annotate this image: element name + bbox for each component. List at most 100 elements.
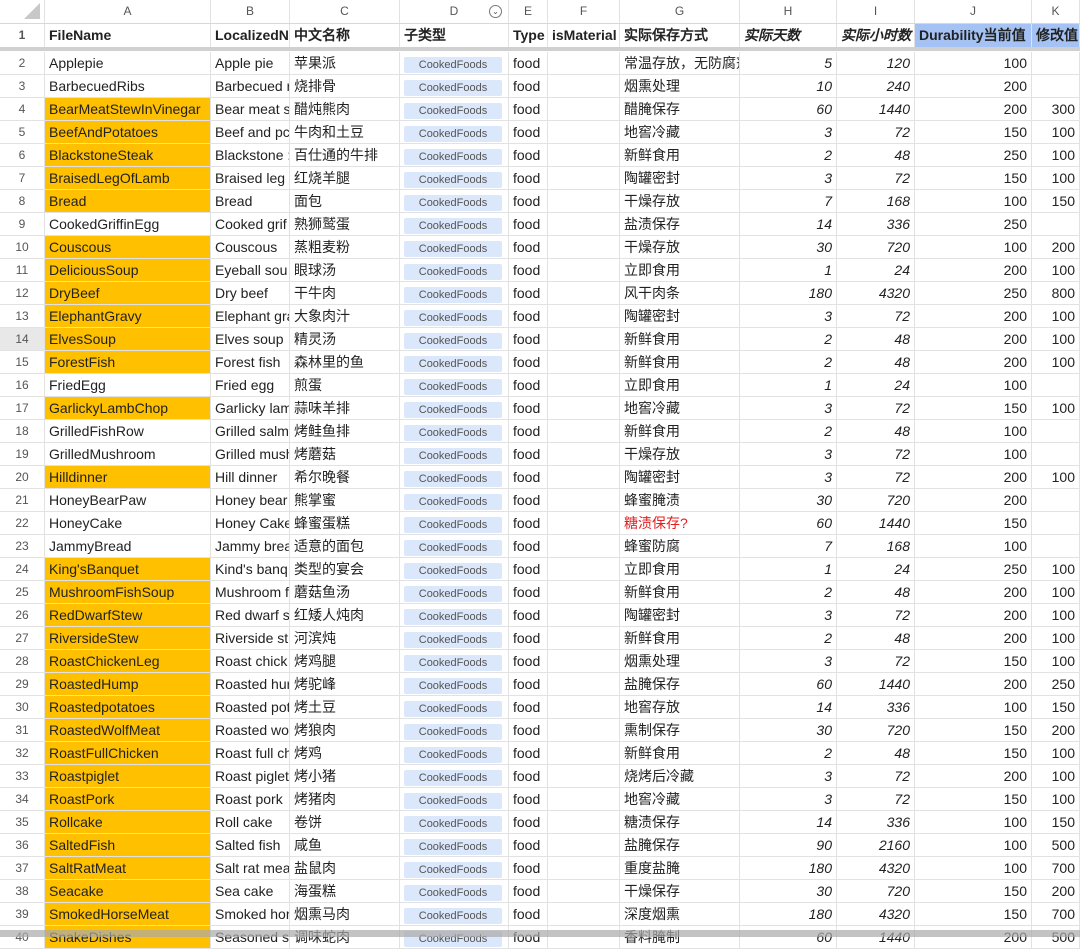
row-number[interactable]: 25 (0, 581, 45, 603)
column-header-c[interactable]: C (290, 0, 400, 23)
cell-durability[interactable]: 100 (915, 190, 1032, 212)
row-number[interactable]: 36 (0, 834, 45, 856)
cell-filename[interactable]: Rollcake (45, 811, 211, 833)
cell-days[interactable]: 2 (740, 144, 837, 166)
cell-ismaterial[interactable] (548, 98, 620, 120)
cell-localizedname[interactable]: Elves soup (211, 328, 290, 350)
cell-ismaterial[interactable] (548, 121, 620, 143)
cell-subtype[interactable]: CookedFoods (400, 466, 509, 488)
cell-ismaterial[interactable] (548, 673, 620, 695)
cell-ismaterial[interactable] (548, 581, 620, 603)
cell-storage-method[interactable]: 重度盐腌 (620, 857, 740, 879)
cell-subtype[interactable]: CookedFoods (400, 581, 509, 603)
row-number[interactable]: 1 (0, 24, 45, 47)
cell-hours[interactable]: 720 (837, 236, 915, 258)
cell-chinese-name[interactable]: 烟熏马肉 (290, 903, 400, 925)
cell-durability[interactable]: 200 (915, 673, 1032, 695)
cell-ismaterial[interactable] (548, 765, 620, 787)
cell-type[interactable]: food (509, 190, 548, 212)
cell-localizedname[interactable]: Grilled mush (211, 443, 290, 465)
cell-hours[interactable]: 168 (837, 190, 915, 212)
cell-type[interactable]: food (509, 397, 548, 419)
header-subtype[interactable]: 子类型 (400, 24, 509, 47)
cell-type[interactable]: food (509, 52, 548, 74)
cell-storage-method[interactable]: 盐腌保存 (620, 673, 740, 695)
filter-dropdown-icon[interactable]: ⌄ (489, 5, 502, 18)
cell-subtype[interactable]: CookedFoods (400, 650, 509, 672)
cell-days[interactable]: 3 (740, 788, 837, 810)
cell-localizedname[interactable]: Roasted wo (211, 719, 290, 741)
cell-type[interactable]: food (509, 75, 548, 97)
cell-localizedname[interactable]: Mushroom f (211, 581, 290, 603)
cell-days[interactable]: 180 (740, 857, 837, 879)
cell-ismaterial[interactable] (548, 558, 620, 580)
cell-ismaterial[interactable] (548, 489, 620, 511)
cell-hours[interactable]: 720 (837, 489, 915, 511)
cell-days[interactable]: 7 (740, 190, 837, 212)
cell-filename[interactable]: RiversideStew (45, 627, 211, 649)
cell-durability[interactable]: 150 (915, 397, 1032, 419)
cell-chinese-name[interactable]: 烤驼峰 (290, 673, 400, 695)
cell-type[interactable]: food (509, 857, 548, 879)
cell-storage-method[interactable]: 干燥存放 (620, 443, 740, 465)
cell-type[interactable]: food (509, 328, 548, 350)
select-all-corner[interactable] (0, 0, 45, 23)
column-header-j[interactable]: J (915, 0, 1032, 23)
cell-subtype[interactable]: CookedFoods (400, 397, 509, 419)
cell-days[interactable]: 2 (740, 742, 837, 764)
cell-localizedname[interactable]: Beef and pc (211, 121, 290, 143)
cell-ismaterial[interactable] (548, 857, 620, 879)
cell-subtype[interactable]: CookedFoods (400, 512, 509, 534)
cell-days[interactable]: 1 (740, 259, 837, 281)
cell-days[interactable]: 180 (740, 903, 837, 925)
horizontal-scrollbar[interactable] (0, 930, 1080, 937)
cell-localizedname[interactable]: Grilled salm (211, 420, 290, 442)
cell-ismaterial[interactable] (548, 52, 620, 74)
cell-filename[interactable]: DryBeef (45, 282, 211, 304)
cell-filename[interactable]: RoastedHump (45, 673, 211, 695)
cell-filename[interactable]: CookedGriffinEgg (45, 213, 211, 235)
cell-subtype[interactable]: CookedFoods (400, 98, 509, 120)
cell-storage-method[interactable]: 地窖存放 (620, 696, 740, 718)
cell-durability[interactable]: 200 (915, 627, 1032, 649)
cell-chinese-name[interactable]: 咸鱼 (290, 834, 400, 856)
cell-filename[interactable]: RoastPork (45, 788, 211, 810)
cell-days[interactable]: 2 (740, 581, 837, 603)
cell-modified-value[interactable]: 500 (1032, 834, 1080, 856)
cell-durability[interactable]: 200 (915, 75, 1032, 97)
header-storage-method[interactable]: 实际保存方式 (620, 24, 740, 47)
cell-type[interactable]: food (509, 811, 548, 833)
cell-modified-value[interactable]: 250 (1032, 673, 1080, 695)
cell-type[interactable]: food (509, 121, 548, 143)
cell-durability[interactable]: 150 (915, 121, 1032, 143)
cell-storage-method[interactable]: 新鲜食用 (620, 328, 740, 350)
cell-filename[interactable]: MushroomFishSoup (45, 581, 211, 603)
cell-localizedname[interactable]: Honey bear (211, 489, 290, 511)
cell-localizedname[interactable]: Salted fish (211, 834, 290, 856)
cell-filename[interactable]: ForestFish (45, 351, 211, 373)
row-number[interactable]: 8 (0, 190, 45, 212)
cell-days[interactable]: 3 (740, 305, 837, 327)
column-header-f[interactable]: F (548, 0, 620, 23)
row-number[interactable]: 19 (0, 443, 45, 465)
cell-storage-method[interactable]: 干燥保存 (620, 880, 740, 902)
row-number[interactable]: 14 (0, 328, 45, 350)
cell-chinese-name[interactable]: 熟狮鹫蛋 (290, 213, 400, 235)
cell-storage-method[interactable]: 新鲜食用 (620, 351, 740, 373)
cell-localizedname[interactable]: Sea cake (211, 880, 290, 902)
cell-durability[interactable]: 100 (915, 52, 1032, 74)
cell-localizedname[interactable]: Riverside st (211, 627, 290, 649)
cell-chinese-name[interactable]: 精灵汤 (290, 328, 400, 350)
cell-hours[interactable]: 4320 (837, 282, 915, 304)
cell-durability[interactable]: 100 (915, 420, 1032, 442)
cell-days[interactable]: 2 (740, 627, 837, 649)
cell-type[interactable]: food (509, 765, 548, 787)
header-days[interactable]: 实际天数 (740, 24, 837, 47)
cell-type[interactable]: food (509, 443, 548, 465)
cell-subtype[interactable]: CookedFoods (400, 144, 509, 166)
cell-type[interactable]: food (509, 880, 548, 902)
cell-type[interactable]: food (509, 719, 548, 741)
cell-chinese-name[interactable]: 眼球汤 (290, 259, 400, 281)
cell-filename[interactable]: GarlickyLambChop (45, 397, 211, 419)
cell-storage-method[interactable]: 立即食用 (620, 259, 740, 281)
